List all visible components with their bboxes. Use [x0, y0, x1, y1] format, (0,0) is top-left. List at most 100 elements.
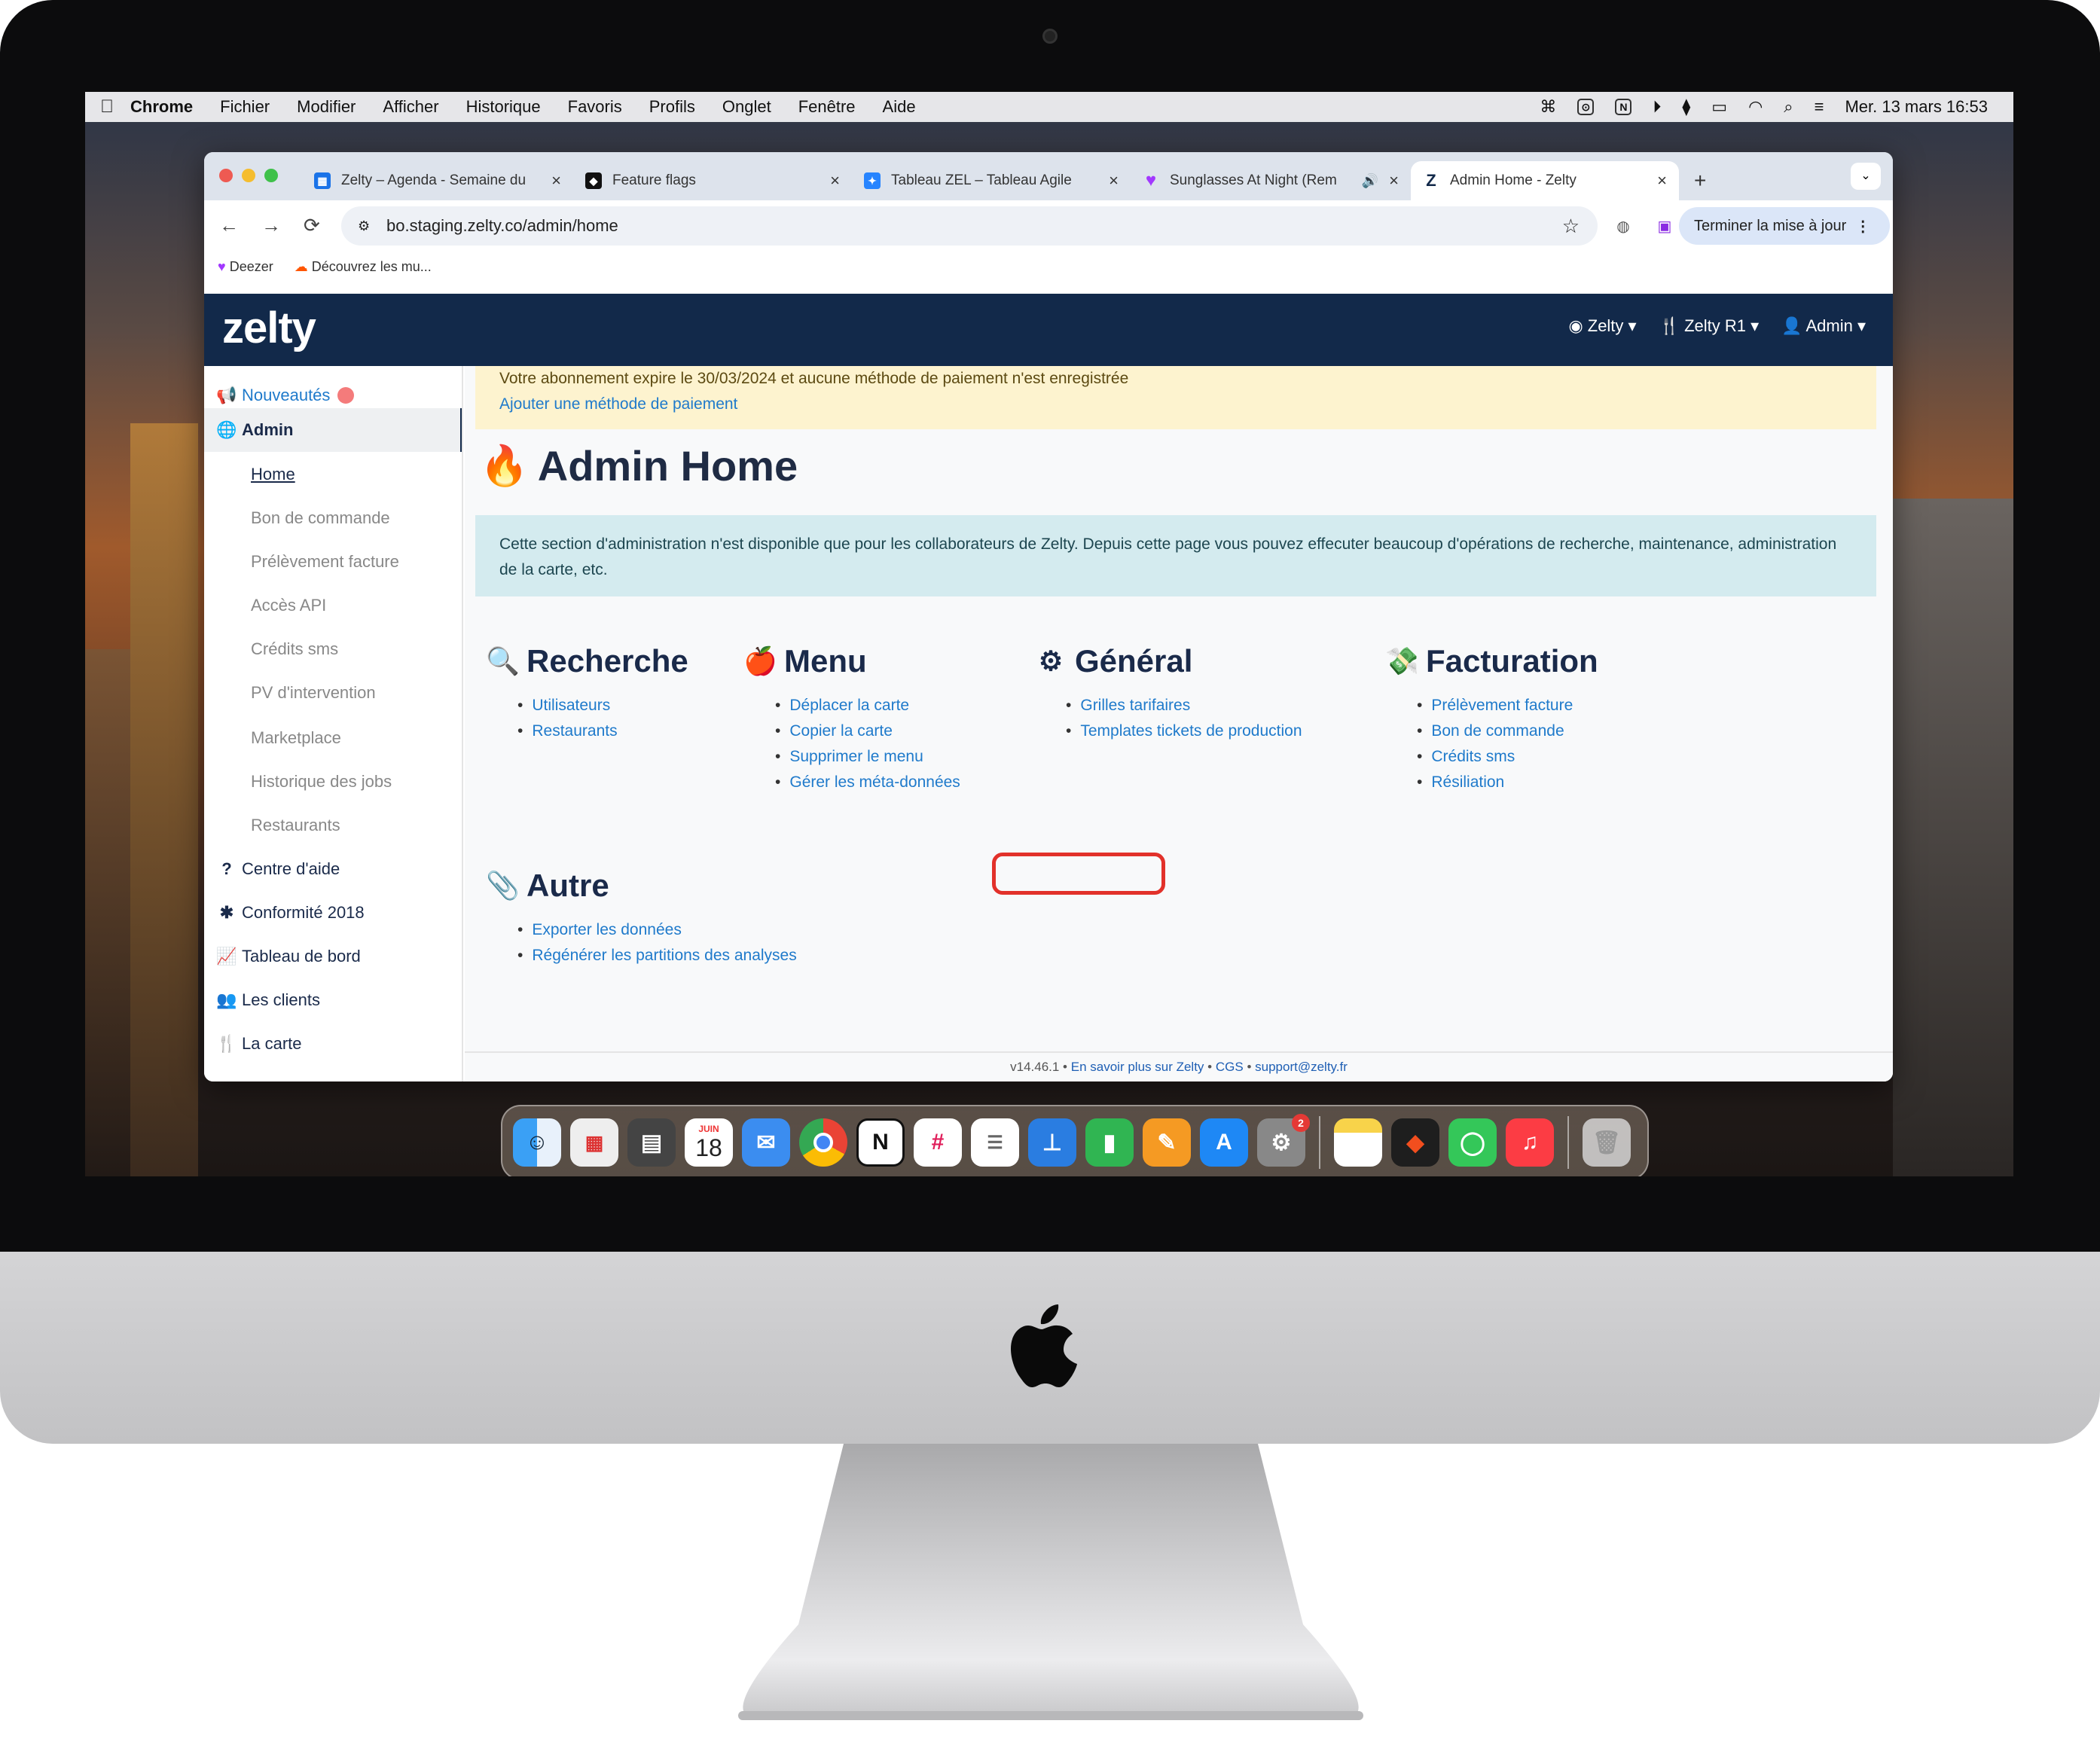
link-meta-donnees[interactable]: Gérer les méta-données	[775, 770, 960, 795]
sidebar-item-carte[interactable]: 🍴 La carte	[204, 1024, 462, 1063]
minimize-window-button[interactable]	[242, 169, 255, 182]
tab-jira[interactable]: ✦ Tableau ZEL – Tableau Agile ×	[852, 161, 1131, 200]
wifi-icon[interactable]: ◠	[1748, 97, 1763, 117]
calendar-icon[interactable]: JUIN 18	[685, 1118, 733, 1167]
bookmark-star-icon[interactable]: ☆	[1562, 215, 1580, 238]
bookmark-soundcloud[interactable]: ☁ Découvrez les mu...	[295, 259, 432, 275]
sidebar-item-conformite[interactable]: ✱ Conformité 2018	[204, 893, 462, 932]
sidebar-item-marketplace[interactable]: Marketplace	[204, 718, 462, 758]
more-menu-icon[interactable]: ⋮	[1855, 217, 1870, 236]
extension-password-icon[interactable]: ◍	[1613, 215, 1634, 236]
airdrop-status-icon[interactable]: ⧫	[1682, 97, 1690, 117]
link-credits-sms[interactable]: Crédits sms	[1417, 744, 1598, 770]
close-tab-icon[interactable]: ×	[830, 171, 840, 191]
apple-menu-icon[interactable]: 	[100, 96, 114, 117]
chrome-icon[interactable]	[799, 1118, 847, 1167]
tab-search-button[interactable]: ⌄	[1851, 163, 1881, 190]
link-bon-de-commande[interactable]: Bon de commande	[1417, 718, 1598, 744]
system-settings-icon[interactable]: ⚙ 2	[1257, 1114, 1310, 1167]
music-icon[interactable]: ♫	[1506, 1118, 1554, 1167]
numbers-icon[interactable]: ▮	[1085, 1118, 1134, 1167]
sidebar-item-home[interactable]: Home	[204, 455, 462, 494]
bookmark-deezer[interactable]: ♥ Deezer	[218, 259, 273, 275]
sidebar-item-news[interactable]: 📢 Nouveautés	[204, 383, 462, 408]
app-store-icon[interactable]: A	[1200, 1118, 1248, 1167]
link-exporter-donnees[interactable]: Exporter les données	[517, 917, 797, 943]
close-tab-icon[interactable]: ×	[1109, 171, 1119, 191]
spotlight-search-icon[interactable]: ⌕	[1784, 97, 1793, 117]
mail-icon[interactable]: ✉	[742, 1118, 790, 1167]
menubar-clock[interactable]: Mer. 13 mars 16:53	[1845, 97, 1988, 117]
zelty-logo[interactable]: zelty	[222, 303, 316, 353]
menu-favoris[interactable]: Favoris	[568, 97, 622, 117]
zoom-window-button[interactable]	[264, 169, 278, 182]
menu-app-name[interactable]: Chrome	[130, 97, 193, 117]
password-manager-icon[interactable]: ⊙	[1577, 99, 1595, 115]
link-copier-carte[interactable]: Copier la carte	[775, 718, 960, 744]
add-payment-method-link[interactable]: Ajouter une méthode de paiement	[499, 392, 1876, 417]
trash-icon[interactable]: 🗑	[1583, 1118, 1631, 1167]
footer-learn-more-link[interactable]: En savoir plus sur Zelty	[1071, 1060, 1204, 1074]
update-chrome-button[interactable]: Terminer la mise à jour ⋮	[1679, 207, 1890, 245]
sidebar-item-clients[interactable]: 👥 Les clients	[204, 981, 462, 1020]
menu-afficher[interactable]: Afficher	[383, 97, 438, 117]
menu-modifier[interactable]: Modifier	[297, 97, 356, 117]
link-supprimer-menu[interactable]: Supprimer le menu	[775, 744, 960, 770]
forward-icon[interactable]: →	[261, 214, 281, 237]
notes-icon[interactable]	[1334, 1118, 1382, 1167]
tab-admin-home[interactable]: Z Admin Home - Zelty ×	[1411, 161, 1679, 200]
tab-agenda[interactable]: ▦ Zelty – Agenda - Semaine du ×	[302, 161, 573, 200]
menu-onglet[interactable]: Onglet	[722, 97, 771, 117]
launchpad-icon[interactable]: ▦	[570, 1118, 618, 1167]
menu-profils[interactable]: Profils	[649, 97, 695, 117]
control-center-icon[interactable]: ≡	[1815, 97, 1824, 117]
tab-deezer[interactable]: ♥ Sunglasses At Night (Rem 🔊 ×	[1131, 161, 1411, 200]
sidebar-item-jobs[interactable]: Historique des jobs	[204, 762, 462, 801]
link-prelevement-facture[interactable]: Prélèvement facture	[1417, 693, 1598, 718]
close-tab-icon[interactable]: ×	[551, 171, 561, 191]
finder-icon[interactable]: ☺	[513, 1118, 561, 1167]
slack-icon[interactable]: #	[914, 1118, 962, 1167]
figma-status-icon[interactable]: ⌘	[1540, 97, 1556, 117]
footer-cgs-link[interactable]: CGS	[1216, 1060, 1244, 1074]
keynote-icon[interactable]: ⊥	[1028, 1118, 1076, 1167]
figma-icon[interactable]: ◆	[1391, 1118, 1439, 1167]
calculator-icon[interactable]: ▤	[627, 1118, 676, 1167]
address-bar[interactable]: ⚙ bo.staging.zelty.co/admin/home ☆	[341, 206, 1598, 246]
sidebar-item-help[interactable]: ? Centre d'aide	[204, 850, 462, 889]
play-status-icon[interactable]: ⏵	[1653, 97, 1661, 117]
close-tab-icon[interactable]: ×	[1389, 171, 1399, 191]
notion-status-icon[interactable]: N	[1615, 99, 1632, 115]
footer-support-link[interactable]: support@zelty.fr	[1255, 1060, 1348, 1074]
messages-icon[interactable]: ◯	[1448, 1118, 1497, 1167]
link-templates-tickets[interactable]: Templates tickets de production	[1066, 718, 1302, 744]
nav-restaurant-dropdown[interactable]: 🍴 Zelty R1 ▾	[1659, 316, 1760, 336]
reminders-icon[interactable]: ☰	[971, 1118, 1019, 1167]
menu-historique[interactable]: Historique	[466, 97, 541, 117]
new-tab-button[interactable]: +	[1694, 169, 1706, 193]
sidebar-item-bon-de-commande[interactable]: Bon de commande	[204, 499, 462, 538]
reload-icon[interactable]: ⟳	[304, 214, 320, 237]
sidebar-item-dashboard[interactable]: 📈 Tableau de bord	[204, 937, 462, 976]
speaker-icon[interactable]: 🔊	[1362, 173, 1378, 189]
site-info-icon[interactable]: ⚙	[358, 218, 370, 234]
battery-icon[interactable]: ▭	[1711, 97, 1727, 117]
sidebar-item-restaurants[interactable]: Restaurants	[204, 806, 462, 845]
sidebar-item-credits-sms[interactable]: Crédits sms	[204, 630, 462, 669]
sidebar-item-pv[interactable]: PV d'intervention	[204, 673, 462, 712]
pages-icon[interactable]: ✎	[1143, 1118, 1191, 1167]
menu-fenetre[interactable]: Fenêtre	[798, 97, 856, 117]
sidebar-item-prelevement[interactable]: Prélèvement facture	[204, 542, 462, 581]
link-resiliation[interactable]: Résiliation	[1417, 770, 1598, 795]
sidebar-item-admin[interactable]: 🌐 Admin	[204, 408, 462, 452]
sidebar-item-acces-api[interactable]: Accès API	[204, 586, 462, 625]
notion-icon[interactable]: N	[856, 1118, 905, 1167]
link-grilles-tarifaires[interactable]: Grilles tarifaires	[1066, 693, 1302, 718]
nav-zelty-dropdown[interactable]: ◉ Zelty ▾	[1568, 316, 1636, 336]
tab-feature-flags[interactable]: ◆ Feature flags ×	[573, 161, 852, 200]
link-regenerer-partitions[interactable]: Régénérer les partitions des analyses	[517, 943, 796, 969]
menu-fichier[interactable]: Fichier	[220, 97, 270, 117]
nav-admin-dropdown[interactable]: 👤 Admin ▾	[1781, 316, 1866, 336]
close-window-button[interactable]	[219, 169, 233, 182]
link-utilisateurs[interactable]: Utilisateurs	[517, 693, 688, 718]
